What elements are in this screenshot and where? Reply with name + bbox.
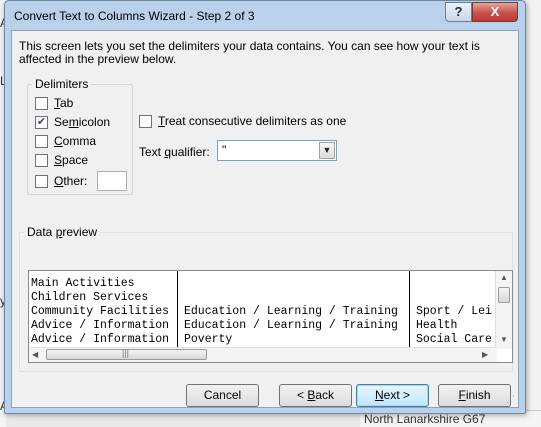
horizontal-scroll-thumb[interactable]: ||| (46, 348, 207, 360)
wizard-dialog: Convert Text to Columns Wizard - Step 2 … (4, 0, 526, 414)
consecutive-label: Treat consecutive delimiters as one (158, 114, 347, 128)
close-button[interactable]: X (472, 2, 518, 22)
checkbox-box[interactable] (35, 174, 48, 188)
preview-column-2-text: Education / Learning / Training Educatio… (184, 305, 398, 346)
scroll-right-icon[interactable]: ▶ (482, 350, 488, 359)
scroll-left-icon[interactable]: ◀ (32, 350, 38, 359)
checkbox-box[interactable] (35, 96, 48, 110)
preview-column-1-text: Main Activities Children Services Commun… (31, 277, 170, 346)
vertical-scrollbar[interactable]: ▲ ▼ (495, 271, 512, 349)
comma-checkbox[interactable]: Comma (35, 134, 96, 148)
text-qualifier-value: " (222, 143, 227, 157)
preview-column-1[interactable]: Main Activities Children Services Commun… (29, 271, 178, 349)
semicolon-checkbox[interactable]: ✔ Semicolon (35, 115, 110, 129)
scroll-up-icon[interactable]: ▲ (500, 273, 508, 282)
cancel-button[interactable]: Cancel (186, 384, 259, 407)
data-preview-legend: Data preview (24, 225, 101, 239)
checkbox-box[interactable] (139, 114, 152, 128)
semicolon-label: Semicolon (54, 115, 111, 129)
comma-label: Comma (54, 134, 97, 148)
text-qualifier-label: Text qualifier: (139, 145, 210, 159)
tab-label: Tab (54, 96, 74, 110)
next-button[interactable]: Next > (356, 384, 429, 407)
preview-column-3-text: Sport / Lei Health Social Care (416, 305, 492, 346)
finish-button[interactable]: Finish (438, 384, 511, 407)
other-delimiter-input[interactable] (97, 171, 127, 191)
checkbox-box[interactable] (35, 153, 48, 167)
grip-icon: ||| (122, 348, 130, 358)
checkbox-box[interactable] (35, 134, 48, 148)
checkmark-icon[interactable]: ✔ (35, 115, 48, 129)
text-qualifier-select[interactable]: " ▼ (217, 140, 337, 161)
vertical-scroll-thumb[interactable] (498, 287, 510, 303)
preview-column-2[interactable]: Education / Learning / Training Educatio… (178, 271, 410, 349)
delimiters-legend: Delimiters (32, 77, 92, 91)
consecutive-delimiters-checkbox[interactable]: Treat consecutive delimiters as one (139, 114, 346, 128)
other-checkbox[interactable]: Other: (35, 174, 87, 188)
close-icon: X (490, 4, 500, 19)
horizontal-scrollbar[interactable]: ◀ ||| ▶ (29, 347, 497, 362)
title-bar[interactable]: Convert Text to Columns Wizard - Step 2 … (5, 1, 525, 31)
back-button[interactable]: < Back (279, 384, 352, 407)
other-label: Other: (54, 174, 88, 188)
data-preview-grid[interactable]: Main Activities Children Services Commun… (28, 270, 513, 363)
tab-checkbox[interactable]: Tab (35, 96, 73, 110)
help-button[interactable]: ? (445, 2, 472, 22)
intro-text: This screen lets you set the delimiters … (19, 39, 480, 66)
dialog-body: This screen lets you set the delimiters … (11, 30, 519, 408)
chevron-down-icon[interactable]: ▼ (319, 142, 335, 159)
scroll-down-icon[interactable]: ▼ (500, 335, 508, 344)
space-checkbox[interactable]: Space (35, 153, 88, 167)
dialog-title: Convert Text to Columns Wizard - Step 2 … (14, 9, 255, 23)
preview-column-3[interactable]: Sport / Lei Health Social Care (410, 271, 496, 349)
space-label: Space (54, 153, 89, 167)
help-icon: ? (454, 4, 463, 19)
delimiters-group: Delimiters Tab ✔ Semicolon Comma Space O… (27, 77, 133, 195)
resize-grip-icon[interactable]: ⋰ (506, 395, 516, 405)
